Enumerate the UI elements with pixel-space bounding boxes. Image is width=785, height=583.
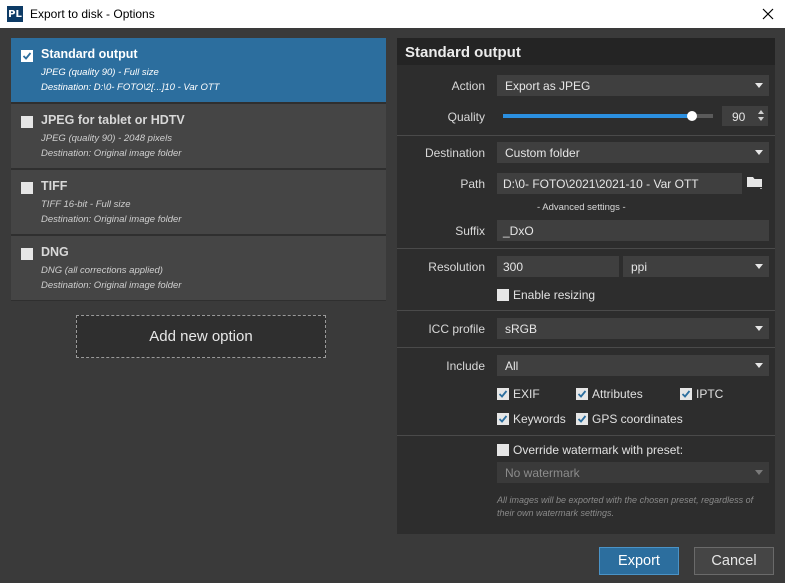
gps-label: GPS coordinates — [592, 412, 683, 426]
option-destination: Destination: D:\0- FOTO\2[...]10 - Var O… — [41, 82, 220, 93]
divider — [397, 347, 775, 348]
quality-slider[interactable] — [503, 114, 713, 118]
iptc-label: IPTC — [696, 387, 724, 401]
option-name: TIFF — [41, 179, 68, 193]
resolution-unit-dropdown[interactable]: ppi — [623, 256, 769, 277]
option-checkbox[interactable] — [21, 50, 33, 62]
path-input[interactable]: D:\0- FOTO\2021\2021-10 - Var OTT — [497, 173, 742, 194]
suffix-label: Suffix — [455, 224, 485, 238]
option-checkbox[interactable] — [21, 182, 33, 194]
option-name: DNG — [41, 245, 69, 259]
option-checkbox[interactable] — [21, 248, 33, 260]
icc-profile-value: sRGB — [505, 322, 538, 336]
gps-checkbox[interactable] — [576, 413, 588, 425]
chevron-down-icon — [755, 264, 763, 269]
chevron-down-icon — [755, 363, 763, 368]
resolution-input[interactable]: 300 — [497, 256, 619, 277]
option-destination: Destination: Original image folder — [41, 214, 182, 225]
folder-icon[interactable] — [746, 175, 764, 189]
add-new-option-button[interactable]: Add new option — [76, 315, 326, 358]
option-name: Standard output — [41, 47, 138, 61]
override-watermark-label: Override watermark with preset: — [513, 443, 684, 457]
option-destination: Destination: Original image folder — [41, 148, 182, 159]
settings-header: Standard output — [397, 38, 775, 65]
check-icon — [498, 415, 508, 423]
option-dng[interactable]: DNG DNG (all corrections applied) Destin… — [11, 236, 386, 300]
option-tiff[interactable]: TIFF TIFF 16-bit - Full size Destination… — [11, 170, 386, 234]
check-icon — [577, 415, 587, 423]
title-bar: PL Export to disk - Options — [0, 0, 785, 28]
advanced-settings-link[interactable]: - Advanced settings - — [537, 202, 626, 213]
path-label: Path — [460, 177, 485, 191]
exif-label: EXIF — [513, 387, 540, 401]
keywords-label: Keywords — [513, 412, 566, 426]
app-logo-icon: PL — [7, 6, 23, 22]
option-format: JPEG (quality 90) - Full size — [41, 67, 159, 78]
attributes-checkbox[interactable] — [576, 388, 588, 400]
quality-slider-thumb[interactable] — [687, 111, 697, 121]
check-icon — [22, 52, 32, 60]
resolution-unit-value: ppi — [631, 260, 648, 274]
watermark-value: No watermark — [505, 466, 580, 480]
include-label: Include — [446, 359, 485, 373]
check-icon — [577, 390, 587, 398]
divider — [397, 310, 775, 311]
quality-spinbox[interactable]: 90 — [722, 106, 768, 126]
include-value: All — [505, 359, 519, 373]
watermark-dropdown[interactable]: No watermark — [497, 462, 769, 483]
close-button[interactable] — [751, 0, 785, 28]
action-label: Action — [451, 79, 485, 93]
icc-profile-label: ICC profile — [428, 322, 485, 336]
option-name: JPEG for tablet or HDTV — [41, 113, 185, 127]
action-value: Export as JPEG — [505, 79, 591, 93]
override-watermark-checkbox[interactable] — [497, 444, 509, 456]
option-destination: Destination: Original image folder — [41, 280, 182, 291]
enable-resizing-label: Enable resizing — [513, 288, 596, 302]
watermark-note: All images will be exported with the cho… — [497, 495, 754, 518]
check-icon — [681, 390, 691, 398]
export-button[interactable]: Export — [599, 547, 679, 575]
cancel-button[interactable]: Cancel — [694, 547, 774, 575]
destination-value: Custom folder — [505, 146, 580, 160]
option-format: TIFF 16-bit - Full size — [41, 199, 131, 210]
export-options-list: Standard output JPEG (quality 90) - Full… — [11, 38, 386, 301]
enable-resizing-checkbox[interactable] — [497, 289, 509, 301]
spin-up-icon[interactable] — [758, 110, 764, 114]
option-jpeg-tablet[interactable]: JPEG for tablet or HDTV JPEG (quality 90… — [11, 104, 386, 168]
action-dropdown[interactable]: Export as JPEG — [497, 75, 769, 96]
exif-checkbox[interactable] — [497, 388, 509, 400]
spin-down-icon[interactable] — [758, 117, 764, 121]
keywords-checkbox[interactable] — [497, 413, 509, 425]
iptc-checkbox[interactable] — [680, 388, 692, 400]
quality-label: Quality — [447, 110, 485, 124]
window-title: Export to disk - Options — [30, 7, 155, 21]
chevron-down-icon — [755, 150, 763, 155]
suffix-input[interactable]: _DxO — [497, 220, 769, 241]
divider — [397, 248, 775, 249]
divider — [397, 135, 775, 136]
chevron-down-icon — [755, 470, 763, 475]
check-icon — [498, 390, 508, 398]
close-icon — [762, 8, 774, 20]
attributes-label: Attributes — [592, 387, 643, 401]
divider — [397, 435, 775, 436]
option-standard-output[interactable]: Standard output JPEG (quality 90) - Full… — [11, 38, 386, 102]
chevron-down-icon — [755, 83, 763, 88]
quality-value: 90 — [732, 110, 746, 124]
destination-label: Destination — [424, 146, 485, 160]
destination-dropdown[interactable]: Custom folder — [497, 142, 769, 163]
resolution-label: Resolution — [428, 260, 485, 274]
option-format: DNG (all corrections applied) — [41, 265, 163, 276]
option-checkbox[interactable] — [21, 116, 33, 128]
quality-slider-fill — [503, 114, 692, 118]
include-dropdown[interactable]: All — [497, 355, 769, 376]
icc-profile-dropdown[interactable]: sRGB — [497, 318, 769, 339]
settings-panel: Standard output Action Export as JPEG Qu… — [397, 38, 775, 534]
chevron-down-icon — [755, 326, 763, 331]
option-format: JPEG (quality 90) - 2048 pixels — [41, 133, 172, 144]
